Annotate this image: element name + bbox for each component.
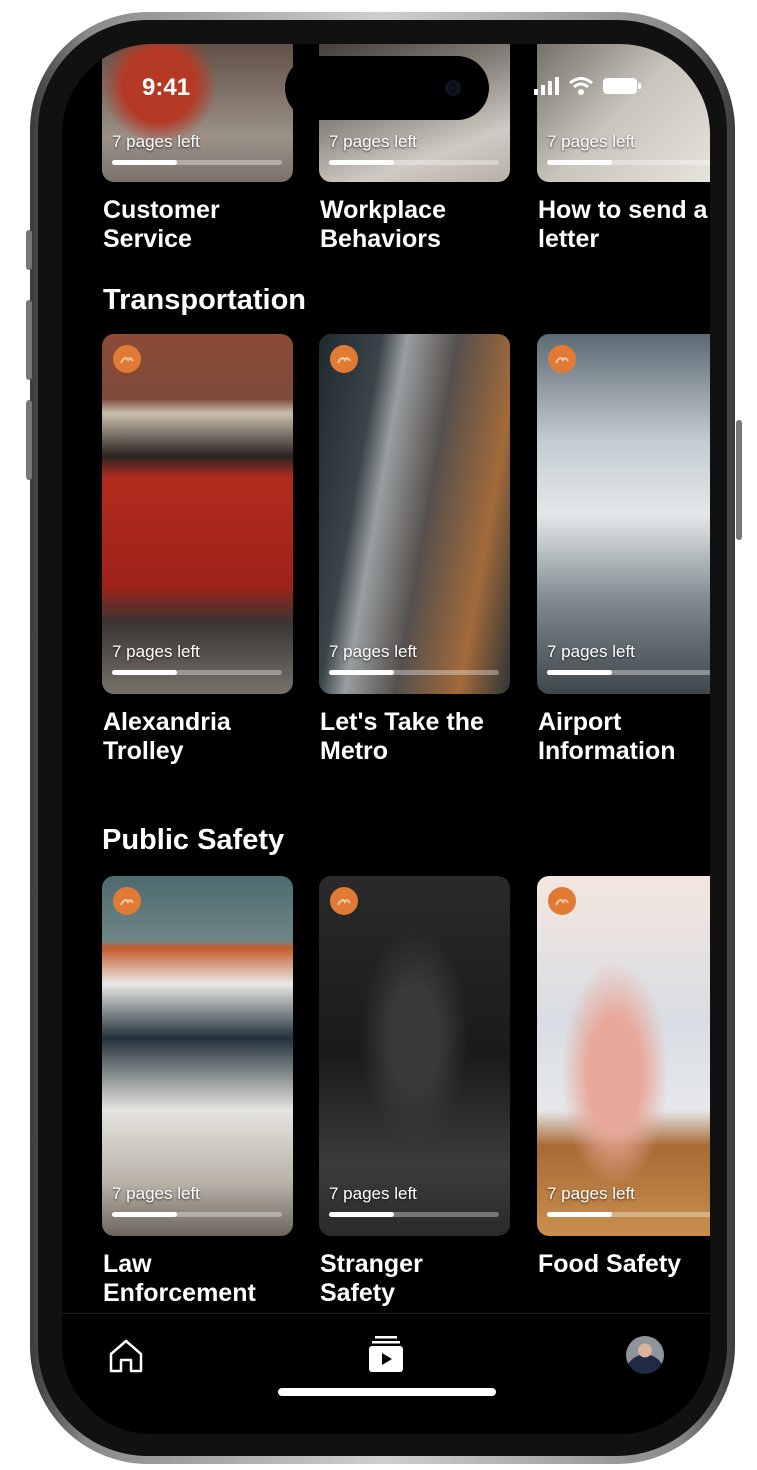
volume-up-button [26, 300, 32, 380]
course-title: Alexandria Trolley [103, 708, 231, 765]
tab-library[interactable] [366, 1334, 406, 1376]
course-title: Food Safety [538, 1250, 682, 1278]
course-title: How to send a letter [538, 196, 708, 253]
camera-lens [445, 80, 461, 96]
badge-icon [330, 887, 358, 915]
course-card-metro[interactable]: 7 pages left [319, 334, 510, 694]
pages-left-label: 7 pages left [547, 642, 635, 661]
dynamic-island [285, 56, 489, 120]
progress-bar [547, 1212, 710, 1217]
pages-left-label: 7 pages left [329, 1184, 417, 1203]
course-title: Airport Information [538, 708, 676, 765]
progress-bar [329, 1212, 499, 1217]
course-title: Let's Take the Metro [320, 708, 484, 765]
course-card-stranger-safety[interactable]: 7 pages left [319, 876, 510, 1236]
progress-bar [112, 160, 282, 165]
course-card-law-enforcement[interactable]: 7 pages left [102, 876, 293, 1236]
pages-left-label: 7 pages left [547, 132, 635, 151]
screen: 9:41 7 pages left 7 pages left 7 pages l… [62, 44, 710, 1434]
progress-bar [547, 160, 710, 165]
pages-left-label: 7 pages left [112, 642, 200, 661]
section-heading-transportation: Transportation [103, 284, 307, 316]
progress-bar [329, 160, 499, 165]
tab-profile[interactable] [626, 1336, 664, 1374]
badge-icon [548, 887, 576, 915]
tab-bar [62, 1313, 710, 1434]
course-title: Customer Service [103, 196, 220, 253]
course-title: Law Enforcement [103, 1250, 256, 1307]
course-card-alexandria-trolley[interactable]: 7 pages left [102, 334, 293, 694]
volume-down-button [26, 400, 32, 480]
section-heading-public-safety: Public Safety [102, 824, 285, 856]
profile-avatar [626, 1336, 664, 1374]
badge-icon [548, 345, 576, 373]
course-card-food-safety[interactable]: 7 pages left [537, 876, 710, 1236]
course-card-airport[interactable]: 7 pages left [537, 334, 710, 694]
badge-icon [113, 887, 141, 915]
progress-bar [112, 1212, 282, 1217]
home-indicator[interactable] [278, 1388, 496, 1396]
wifi-icon [569, 77, 593, 95]
library-icon [369, 1336, 403, 1372]
course-card-customer-service[interactable]: 7 pages left [102, 44, 293, 182]
progress-bar [329, 670, 499, 675]
status-time: 9:41 [142, 74, 191, 101]
home-icon [109, 1339, 143, 1373]
course-title: Workplace Behaviors [320, 196, 446, 253]
pages-left-label: 7 pages left [329, 642, 417, 661]
signal-icon [534, 77, 559, 95]
progress-bar [547, 670, 710, 675]
pages-left-label: 7 pages left [329, 132, 417, 151]
course-title: Stranger Safety [320, 1250, 423, 1307]
badge-icon [330, 345, 358, 373]
status-icons [534, 76, 642, 96]
progress-bar [112, 670, 282, 675]
pages-left-label: 7 pages left [112, 1184, 200, 1203]
course-card-send-letter[interactable]: 7 pages left [537, 44, 710, 182]
action-button [26, 230, 32, 270]
power-button [736, 420, 742, 540]
battery-icon [603, 78, 641, 94]
tab-home[interactable] [106, 1336, 146, 1376]
pages-left-label: 7 pages left [547, 1184, 635, 1203]
pages-left-label: 7 pages left [112, 132, 200, 151]
badge-icon [113, 345, 141, 373]
